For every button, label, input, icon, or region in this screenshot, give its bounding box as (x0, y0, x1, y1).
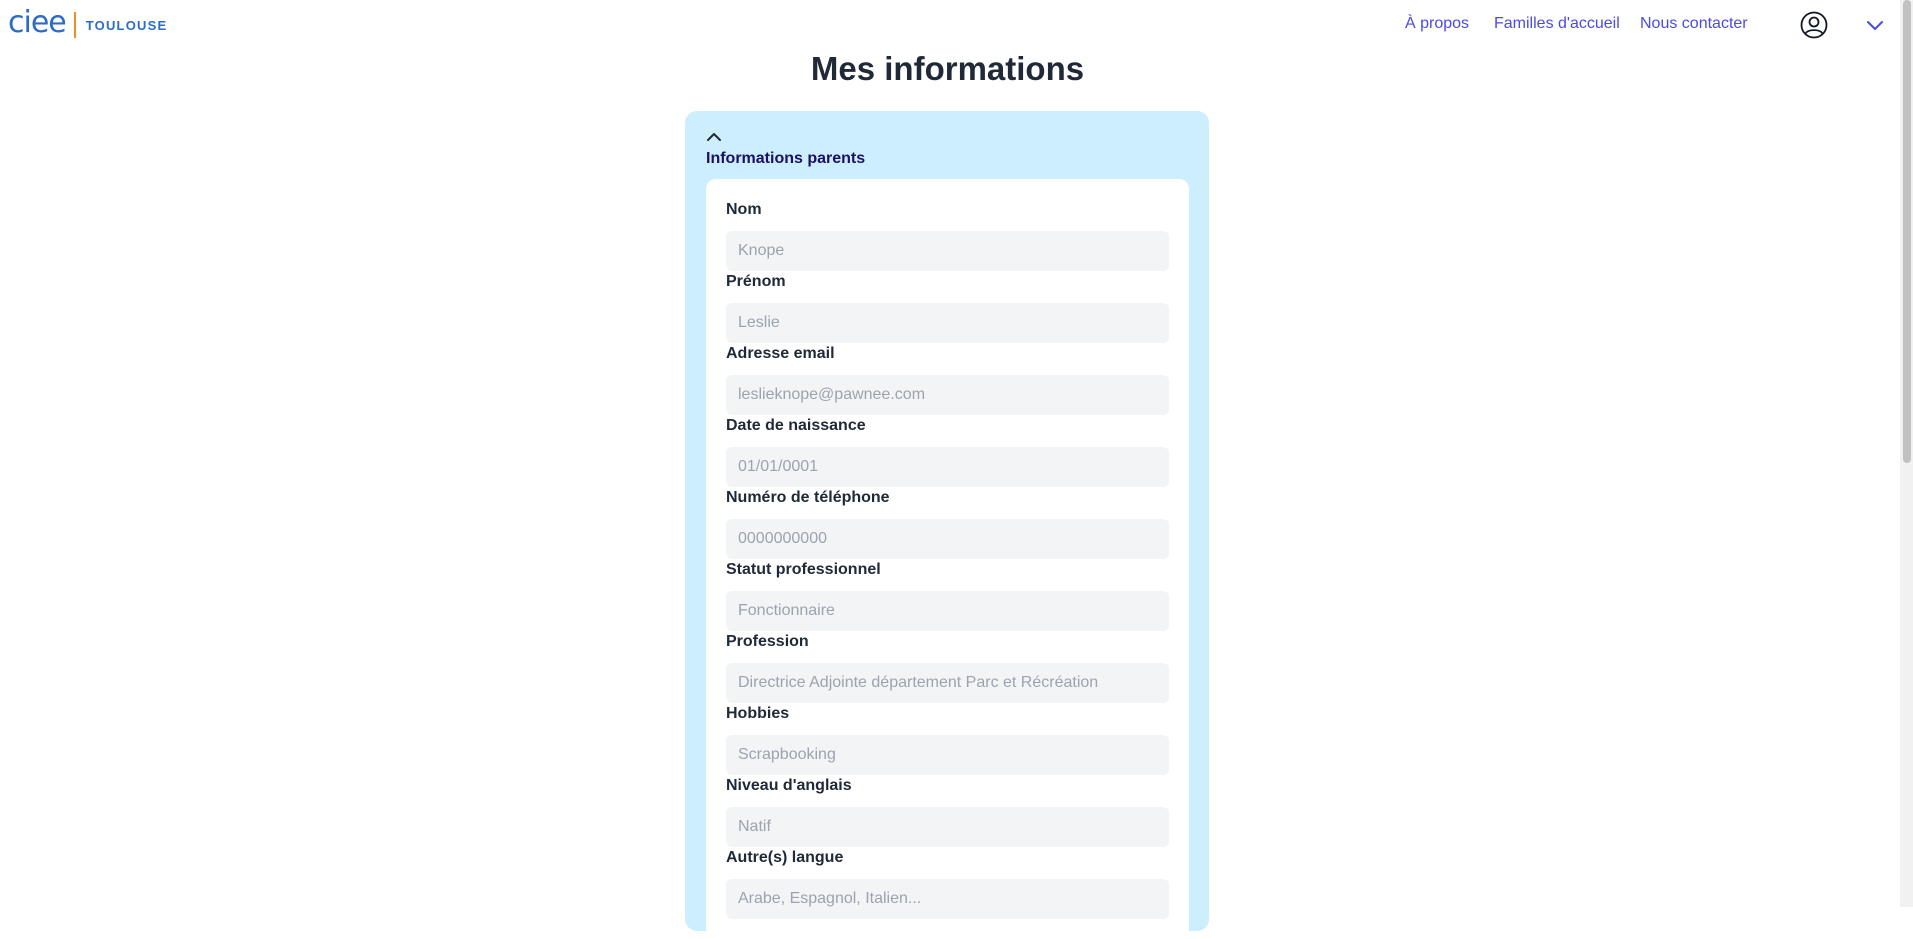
profession-input[interactable] (726, 663, 1169, 703)
prenom-input[interactable] (726, 303, 1169, 343)
nav-link-familles-accueil[interactable]: Familles d'accueil (1494, 15, 1620, 33)
label-date-naissance: Date de naissance (726, 417, 866, 434)
autres-langues-input[interactable] (726, 879, 1169, 919)
label-telephone: Numéro de téléphone (726, 489, 890, 506)
nav-link-a-propos[interactable]: À propos (1405, 15, 1469, 33)
label-autres-langues: Autre(s) langue (726, 849, 844, 866)
label-profession: Profession (726, 633, 809, 650)
logo-wordmark: ciee (8, 5, 67, 40)
chevron-up-icon[interactable] (706, 131, 722, 142)
top-header: ciee TOULOUSE À propos Familles d'accuei… (0, 0, 1900, 52)
email-input[interactable] (726, 375, 1169, 415)
logo-separator (73, 12, 76, 38)
logo-city: TOULOUSE (85, 17, 168, 33)
label-niveau-anglais: Niveau d'anglais (726, 777, 852, 794)
telephone-input[interactable] (726, 519, 1169, 559)
date-naissance-input[interactable] (726, 447, 1169, 487)
niveau-anglais-input[interactable] (726, 807, 1169, 847)
label-prenom: Prénom (726, 273, 786, 290)
user-circle-icon[interactable] (1800, 11, 1828, 39)
label-adresse-email: Adresse email (726, 345, 835, 362)
label-statut-professionnel: Statut professionnel (726, 561, 881, 578)
scrollbar-thumb[interactable] (1903, 0, 1911, 463)
chevron-down-icon[interactable] (1866, 18, 1884, 32)
hobbies-input[interactable] (726, 735, 1169, 775)
nom-input[interactable] (726, 231, 1169, 271)
page-title: Mes informations (810, 50, 1085, 87)
statut-professionnel-input[interactable] (726, 591, 1169, 631)
section-title[interactable]: Informations parents (706, 150, 865, 168)
label-nom: Nom (726, 201, 762, 218)
nav-link-nous-contacter[interactable]: Nous contacter (1640, 15, 1748, 33)
label-hobbies: Hobbies (726, 705, 790, 722)
ciee-logo[interactable]: ciee TOULOUSE (8, 8, 167, 42)
